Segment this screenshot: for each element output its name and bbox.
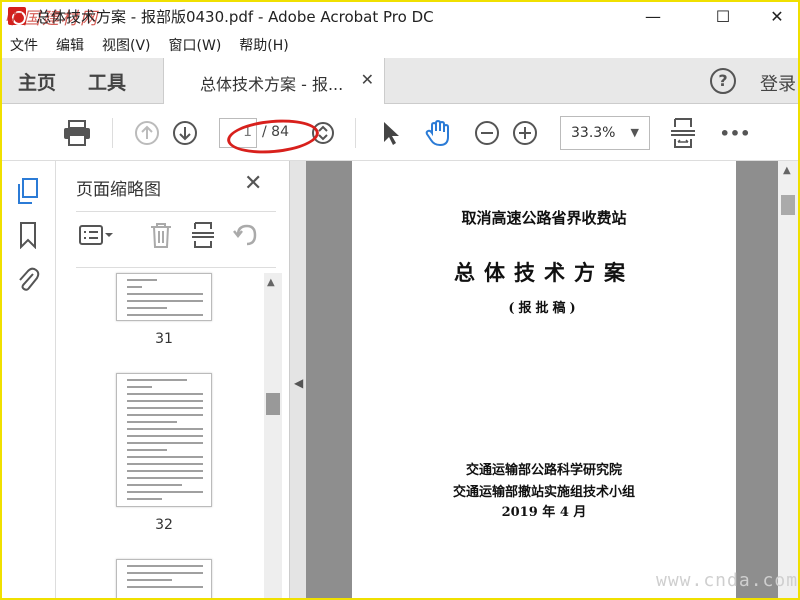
window-title: 总体技术方案 - 报部版0430.pdf - Adobe Acrobat Pro… — [36, 8, 434, 26]
menu-bar: 文件 编辑 视图(V) 窗口(W) 帮助(H) — [0, 32, 800, 58]
page-up-icon[interactable] — [132, 118, 162, 148]
panel-divider — [76, 211, 276, 212]
close-window-button[interactable]: ✕ — [754, 0, 800, 32]
panel-title: 页面缩略图 — [76, 180, 161, 200]
document-subtitle: (报批稿) — [508, 301, 580, 316]
watermark-url: www.cnda.com — [656, 570, 799, 591]
bookmark-icon[interactable] — [12, 219, 44, 251]
more-icon[interactable]: ••• — [720, 118, 751, 148]
thumbnail-page-33[interactable] — [116, 559, 212, 600]
zoom-value: 33.3% — [571, 125, 616, 141]
fit-page-icon[interactable] — [668, 118, 698, 148]
rotate-page-icon[interactable] — [232, 221, 260, 253]
thumbnail-label: 32 — [155, 517, 173, 533]
page-down-icon[interactable] — [170, 118, 200, 148]
zoom-out-icon[interactable] — [472, 118, 502, 148]
document-date: 2019 年 4 月 — [501, 505, 587, 520]
document-title: 总体技术方案 — [454, 260, 634, 285]
tab-home[interactable]: 主页 — [18, 68, 56, 95]
scroll-up-icon[interactable]: ▲ — [267, 277, 275, 288]
minimize-button[interactable]: — — [630, 0, 676, 32]
attachment-icon[interactable] — [12, 263, 44, 295]
collapse-panel-icon[interactable]: ◀ — [294, 376, 303, 390]
hand-icon[interactable] — [423, 118, 453, 148]
toolbar: 1 / 84 33.3% ▼ ••• — [0, 104, 800, 161]
scrollbar-handle[interactable] — [266, 393, 280, 415]
panel-toolbar — [74, 221, 274, 251]
panel-splitter[interactable]: ◀ — [290, 161, 306, 600]
scroll-up-icon[interactable]: ▲ — [783, 165, 791, 176]
maximize-button[interactable]: ☐ — [700, 0, 746, 32]
delete-page-icon[interactable] — [148, 221, 174, 253]
menu-view[interactable]: 视图(V) — [102, 35, 151, 55]
zoom-in-icon[interactable] — [510, 118, 540, 148]
toolbar-separator — [112, 118, 113, 148]
document-heading: 取消高速公路省界收费站 — [461, 209, 627, 227]
thumbnail-page-32[interactable] — [116, 373, 212, 507]
zoom-select[interactable]: 33.3% ▼ — [560, 116, 650, 150]
thumbnail-label: 31 — [155, 331, 173, 347]
menu-help[interactable]: 帮助(H) — [239, 35, 288, 55]
scrollbar-handle[interactable] — [781, 195, 795, 215]
tab-document[interactable]: 总体技术方案 - 报... ✕ — [163, 58, 385, 104]
menu-window[interactable]: 窗口(W) — [169, 35, 222, 55]
menu-file[interactable]: 文件 — [10, 35, 38, 55]
print-icon[interactable] — [62, 118, 92, 148]
left-rail — [0, 161, 56, 600]
select-arrow-icon[interactable] — [375, 118, 405, 148]
title-bar: 中国建材网 总体技术方案 - 报部版0430.pdf - Adobe Acrob… — [0, 0, 800, 32]
document-org-1: 交通运输部公路科学研究院 — [465, 463, 622, 478]
document-org-2: 交通运输部撤站实施组技术小组 — [452, 485, 635, 500]
document-viewport: 取消高速公路省界收费站 总体技术方案 (报批稿) 交通运输部公路科学研究院 交通… — [306, 161, 778, 600]
thumbnail-page-31[interactable] — [116, 273, 212, 321]
panel-close-icon[interactable]: ✕ — [244, 171, 262, 196]
panel-divider — [76, 267, 276, 268]
tab-tools[interactable]: 工具 — [88, 68, 126, 95]
thumbnails-panel: 页面缩略图 ✕ 31 32 ▲ — [56, 161, 290, 600]
menu-edit[interactable]: 编辑 — [56, 35, 84, 55]
toolbar-separator — [355, 118, 356, 148]
document-page: 取消高速公路省界收费站 总体技术方案 (报批稿) 交通运输部公路科学研究院 交通… — [352, 161, 736, 600]
chevron-down-icon: ▼ — [630, 126, 639, 139]
document-scrollbar[interactable]: ▲ — [778, 161, 798, 600]
options-menu-icon[interactable] — [78, 223, 114, 251]
tab-close-icon[interactable]: ✕ — [361, 70, 374, 89]
page-thumbnails-icon[interactable] — [12, 175, 44, 207]
tab-document-label: 总体技术方案 - 报... — [200, 75, 344, 94]
help-icon[interactable]: ? — [710, 68, 736, 94]
tab-bar: 主页 工具 总体技术方案 - 报... ✕ ? 登录 — [0, 58, 800, 104]
insert-page-icon[interactable] — [190, 221, 216, 253]
thumbnails-scrollbar[interactable]: ▲ — [264, 273, 282, 600]
login-button[interactable]: 登录 — [760, 70, 796, 96]
